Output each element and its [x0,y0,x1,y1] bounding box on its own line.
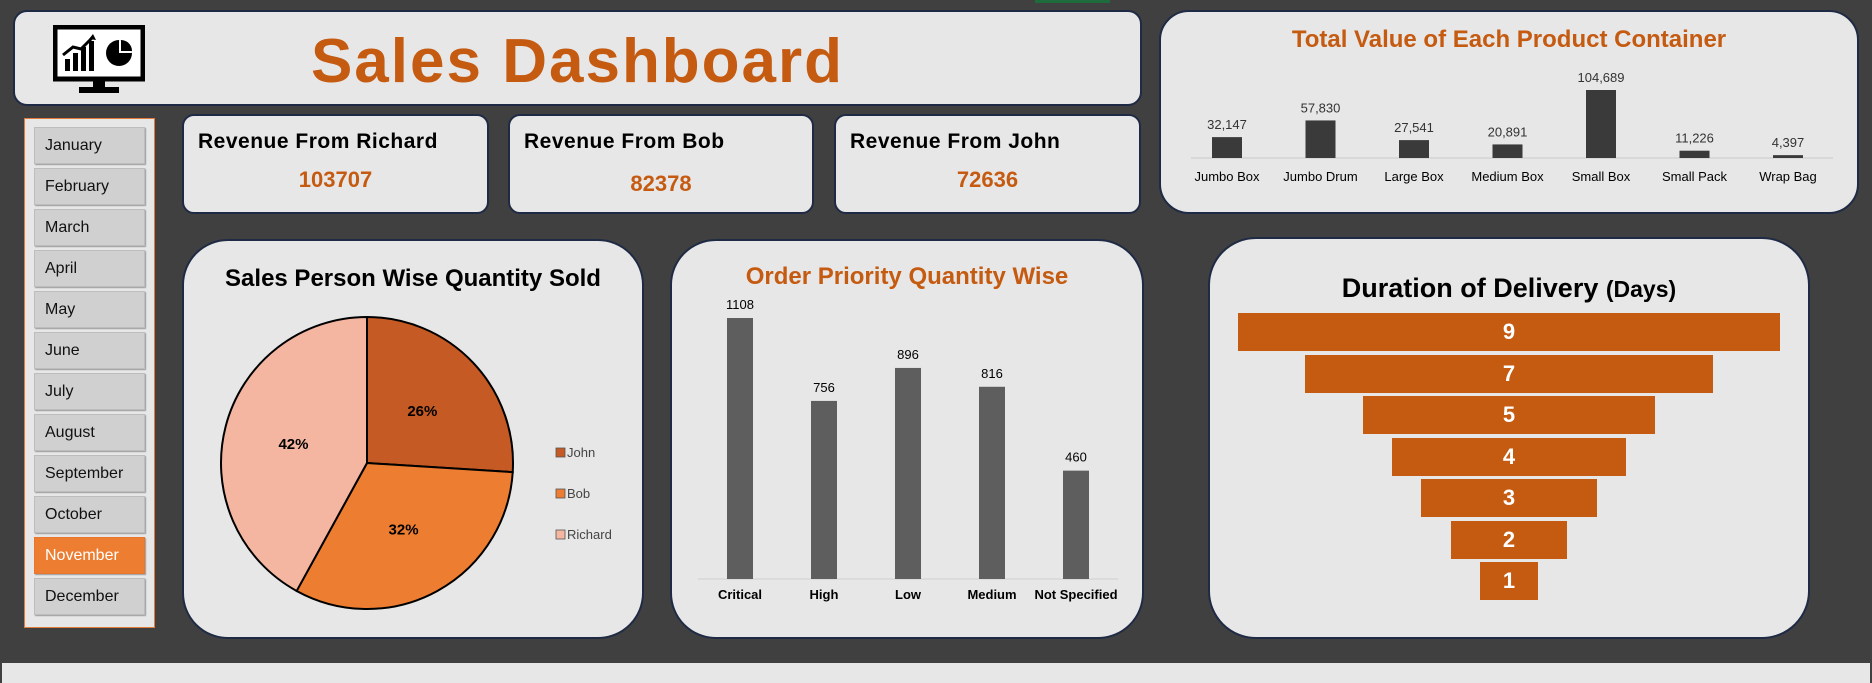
bar [727,318,753,579]
month-button-october[interactable]: October [34,496,145,533]
data-label: 756 [813,380,835,395]
month-button-january[interactable]: January [34,127,145,164]
pie-slice-john [366,315,514,474]
data-label: 57,830 [1301,100,1341,115]
chart-title-text: Duration of Delivery [1341,273,1599,303]
category-label: Critical [718,587,762,602]
legend-swatch [555,488,566,499]
funnel-bar: 4 [1392,437,1626,476]
product-container-chart-card: Total Value of Each Product Container 32… [1159,10,1859,214]
chart-title-unit: (Days) [1605,276,1677,302]
month-button-april[interactable]: April [34,250,145,287]
revenue-label: Revenue From Richard [198,130,438,153]
legend-swatch [555,447,566,458]
legend-label: Richard [567,527,612,542]
data-label: 11,226 [1675,131,1714,146]
order-priority-chart: 1108 Critical 756 High 896 Low 816 Medium 460 Not… [698,297,1118,602]
top-green-marker [1035,0,1110,3]
data-label: 460 [1065,450,1087,465]
header-panel: Sales Dashboard [13,10,1142,106]
slice-label: 32% [389,522,419,539]
category-label: Jumbo Box [1194,169,1260,184]
data-label: 816 [981,366,1003,381]
category-label: Small Box [1572,169,1631,184]
category-label: Large Box [1384,169,1444,184]
bar [1492,144,1523,158]
month-slicer: January February March April May June July Augu… [24,118,155,628]
category-label: Not Specified [1034,587,1117,602]
bar [811,400,837,579]
category-label: Medium Box [1471,169,1544,184]
data-label: 32,147 [1207,117,1247,132]
bar [895,367,921,579]
bar [1212,137,1242,158]
slice-label: 42% [278,436,308,453]
data-label: 4,397 [1772,135,1805,150]
revenue-card-richard: Revenue From Richard 103707 [182,114,489,214]
bar [1679,150,1710,158]
bottom-strip [2,663,1870,683]
legend-label: Bob [567,486,590,501]
month-button-march[interactable]: March [34,209,145,246]
sales-person-pie-chart: 26% 32% 42% John Bob Richard [220,315,612,610]
month-button-september[interactable]: September [34,455,145,492]
funnel-bar: 1 [1479,562,1539,600]
bar [1773,155,1803,158]
month-button-february[interactable]: February [34,168,145,205]
slice-label: 26% [407,403,437,420]
order-priority-chart-card: Order Priority Quantity Wise 1108 Critica… [670,239,1144,639]
bar [1586,90,1616,158]
month-button-december[interactable]: December [34,578,145,615]
funnel-bar: 9 [1238,313,1780,351]
legend-label: John [567,445,595,460]
data-label: 104,689 [1578,70,1625,85]
bar [979,386,1005,579]
revenue-label: Revenue From John [850,130,1061,153]
category-label: High [810,587,839,602]
month-button-june[interactable]: June [34,332,145,369]
revenue-value: 82378 [630,171,692,196]
product-container-chart: 32,147 Jumbo Box 57,830 Jumbo Drum 27,541 Lar… [1191,70,1833,184]
sales-person-pie-card: Sales Person Wise Quantity Sold 26% 32% 42… [182,239,644,639]
data-label: 27,541 [1394,120,1434,135]
data-label: 1108 [726,297,754,312]
funnel-bar: 7 [1304,354,1714,393]
bar [1063,470,1089,579]
delivery-duration-card: Duration of Delivery (Days) 9754321 [1208,237,1810,639]
bar [1305,120,1336,158]
month-button-november[interactable]: November [34,537,145,574]
funnel-bar: 2 [1450,520,1568,559]
month-button-july[interactable]: July [34,373,145,410]
category-label: Jumbo Drum [1283,169,1357,184]
revenue-card-bob: Revenue From Bob 82378 [508,114,814,214]
data-label: 896 [897,347,919,362]
bar [1399,140,1429,158]
funnel-bar: 5 [1362,396,1656,434]
page-title: Sales Dashboard [310,27,845,96]
revenue-value: 72636 [956,167,1019,192]
revenue-card-john: Revenue From John 72636 [834,114,1141,214]
chart-title: Duration of Delivery (Days) [1210,273,1808,304]
category-label: Wrap Bag [1759,169,1817,184]
category-label: Small Pack [1662,169,1728,184]
category-label: Medium [967,587,1016,602]
revenue-label: Revenue From Bob [524,130,725,153]
legend-swatch [555,529,566,540]
data-label: 20,891 [1488,124,1528,139]
month-button-may[interactable]: May [34,291,145,328]
month-button-august[interactable]: August [34,414,145,451]
category-label: Low [895,587,922,602]
revenue-value: 103707 [298,167,373,192]
funnel-bar: 3 [1421,479,1597,517]
